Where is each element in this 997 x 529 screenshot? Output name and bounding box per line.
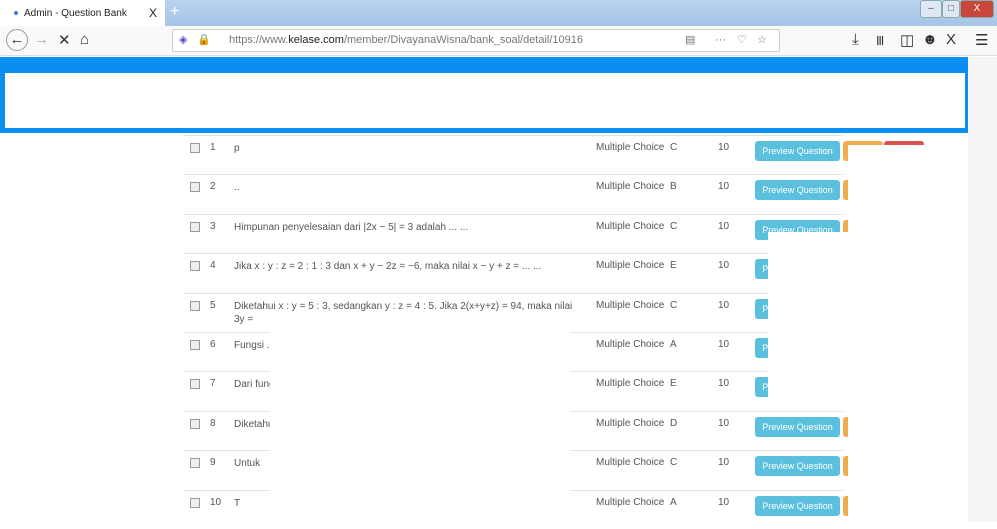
rendering-overlay bbox=[240, 179, 450, 211]
row-number: 5 bbox=[210, 299, 216, 311]
url-domain: kelase.com bbox=[288, 34, 344, 46]
row-checkbox[interactable] bbox=[190, 340, 200, 350]
score: 10 bbox=[718, 417, 730, 429]
row-checkbox[interactable] bbox=[190, 143, 200, 153]
rendering-overlay bbox=[270, 330, 570, 522]
star-icon[interactable]: ☆ bbox=[757, 30, 767, 51]
row-checkbox[interactable] bbox=[190, 497, 200, 508]
rendering-overlay bbox=[240, 139, 445, 173]
rendering-overlay bbox=[768, 232, 848, 410]
question-type: Multiple Choice bbox=[596, 417, 665, 429]
question-type: Multiple Choice bbox=[596, 496, 665, 508]
score: 10 bbox=[718, 496, 730, 508]
row-number: 4 bbox=[210, 260, 216, 272]
question-type: Multiple Choice bbox=[596, 457, 665, 469]
sidebar-area bbox=[0, 133, 183, 522]
preview-question-button[interactable]: Preview Question bbox=[755, 416, 840, 437]
url-prefix: https://www. bbox=[229, 34, 289, 46]
answer-key: D bbox=[670, 417, 678, 429]
download-icon[interactable]: ⤓ bbox=[852, 31, 859, 48]
question-text: Jika x : y : z = 2 : 1 : 3 dan x + y − 2… bbox=[234, 261, 542, 273]
preview-question-button[interactable]: Preview Question bbox=[755, 495, 840, 516]
back-icon[interactable]: ← bbox=[6, 29, 28, 51]
reader-icon[interactable]: ▤ bbox=[685, 30, 695, 51]
row-number: 6 bbox=[210, 339, 216, 350]
row-checkbox[interactable] bbox=[190, 379, 200, 390]
question-type: Multiple Choice bbox=[596, 220, 665, 232]
tab-favicon-icon bbox=[14, 11, 18, 15]
row-checkbox[interactable] bbox=[190, 182, 200, 193]
question-type: Multiple Choice bbox=[596, 181, 665, 193]
answer-key: E bbox=[670, 378, 677, 390]
score: 10 bbox=[718, 378, 730, 390]
pocket-icon[interactable]: ♡ bbox=[737, 30, 747, 51]
shield-icon: ◈ bbox=[179, 34, 188, 46]
tab-close-icon[interactable]: X bbox=[149, 6, 157, 20]
tab-title: Admin - Question Bank bbox=[24, 7, 127, 19]
row-number: 3 bbox=[210, 220, 216, 232]
answer-key: C bbox=[670, 142, 678, 153]
answer-key: C bbox=[670, 457, 678, 469]
row-number: 7 bbox=[210, 378, 216, 390]
rendering-overlay bbox=[5, 73, 965, 128]
browser-tab[interactable]: Admin - Question Bank X bbox=[0, 0, 165, 26]
row-checkbox[interactable] bbox=[190, 458, 200, 469]
question-text: Diketahui x : y = 5 : 3, sedangkan y : z… bbox=[234, 300, 573, 325]
new-tab-button[interactable]: + bbox=[170, 3, 179, 21]
preview-question-button[interactable]: Preview Question bbox=[755, 141, 840, 161]
preview-question-button[interactable]: Preview Question bbox=[755, 456, 840, 477]
score: 10 bbox=[718, 260, 730, 272]
home-icon[interactable]: ⌂ bbox=[80, 31, 89, 48]
row-checkbox[interactable] bbox=[190, 418, 200, 429]
extension-icon[interactable]: X bbox=[946, 31, 956, 48]
lock-icon: 🔒 bbox=[197, 34, 211, 46]
row-checkbox[interactable] bbox=[190, 300, 200, 311]
score: 10 bbox=[718, 220, 730, 232]
url-path: /member/DivayanaWisna/bank_soal/detail/1… bbox=[343, 34, 584, 46]
sidebar-icon[interactable]: ◫ bbox=[900, 31, 914, 49]
table-row: 5 Diketahui x : y = 5 : 3, sedangkan y :… bbox=[183, 292, 843, 332]
question-type: Multiple Choice bbox=[596, 142, 665, 153]
navigation-bar: ← → ✕ ⌂ ◈ 🔒 https://www.kelase.com/membe… bbox=[0, 26, 997, 56]
score: 10 bbox=[718, 339, 730, 350]
question-type: Multiple Choice bbox=[596, 378, 665, 390]
maximize-button[interactable]: □ bbox=[942, 0, 960, 18]
question-text: Himpunan penyelesaian dari |2x − 5| = 3 … bbox=[234, 221, 469, 233]
minimize-button[interactable]: – bbox=[920, 0, 942, 18]
row-checkbox[interactable] bbox=[190, 261, 200, 272]
score: 10 bbox=[718, 181, 730, 193]
url-bar[interactable]: ◈ 🔒 https://www.kelase.com/member/Divaya… bbox=[172, 29, 780, 52]
library-icon[interactable]: Ⅲ bbox=[876, 34, 884, 48]
answer-key: A bbox=[670, 339, 677, 350]
table-row: 4 Jika x : y : z = 2 : 1 : 3 dan x + y −… bbox=[183, 253, 843, 292]
question-type: Multiple Choice bbox=[596, 260, 665, 272]
row-checkbox[interactable] bbox=[190, 221, 200, 232]
row-number: 10 bbox=[210, 496, 222, 508]
preview-question-button[interactable]: Preview Question bbox=[755, 180, 840, 201]
row-number: 2 bbox=[210, 181, 216, 193]
account-icon[interactable]: ☻ bbox=[922, 31, 938, 48]
forward-icon[interactable]: → bbox=[34, 31, 49, 48]
more-icon[interactable]: ··· bbox=[715, 30, 726, 51]
scrollbar[interactable] bbox=[968, 57, 997, 522]
row-number: 9 bbox=[210, 457, 216, 469]
rendering-overlay bbox=[848, 145, 968, 522]
score: 10 bbox=[718, 299, 730, 311]
answer-key: C bbox=[670, 220, 678, 232]
score: 10 bbox=[718, 142, 730, 153]
window-close-button[interactable]: X bbox=[960, 0, 994, 18]
answer-key: E bbox=[670, 260, 677, 272]
rendering-overlay bbox=[183, 128, 968, 133]
question-type: Multiple Choice bbox=[596, 339, 665, 350]
row-number: 8 bbox=[210, 417, 216, 429]
question-type: Multiple Choice bbox=[596, 299, 665, 311]
answer-key: B bbox=[670, 181, 677, 193]
answer-key: C bbox=[670, 299, 678, 311]
row-number: 1 bbox=[210, 142, 216, 153]
score: 10 bbox=[718, 457, 730, 469]
answer-key: A bbox=[670, 496, 677, 508]
stop-icon[interactable]: ✕ bbox=[58, 31, 71, 49]
menu-icon[interactable]: ☰ bbox=[975, 31, 988, 49]
table-row: 3 Himpunan penyelesaian dari |2x − 5| = … bbox=[183, 213, 843, 253]
